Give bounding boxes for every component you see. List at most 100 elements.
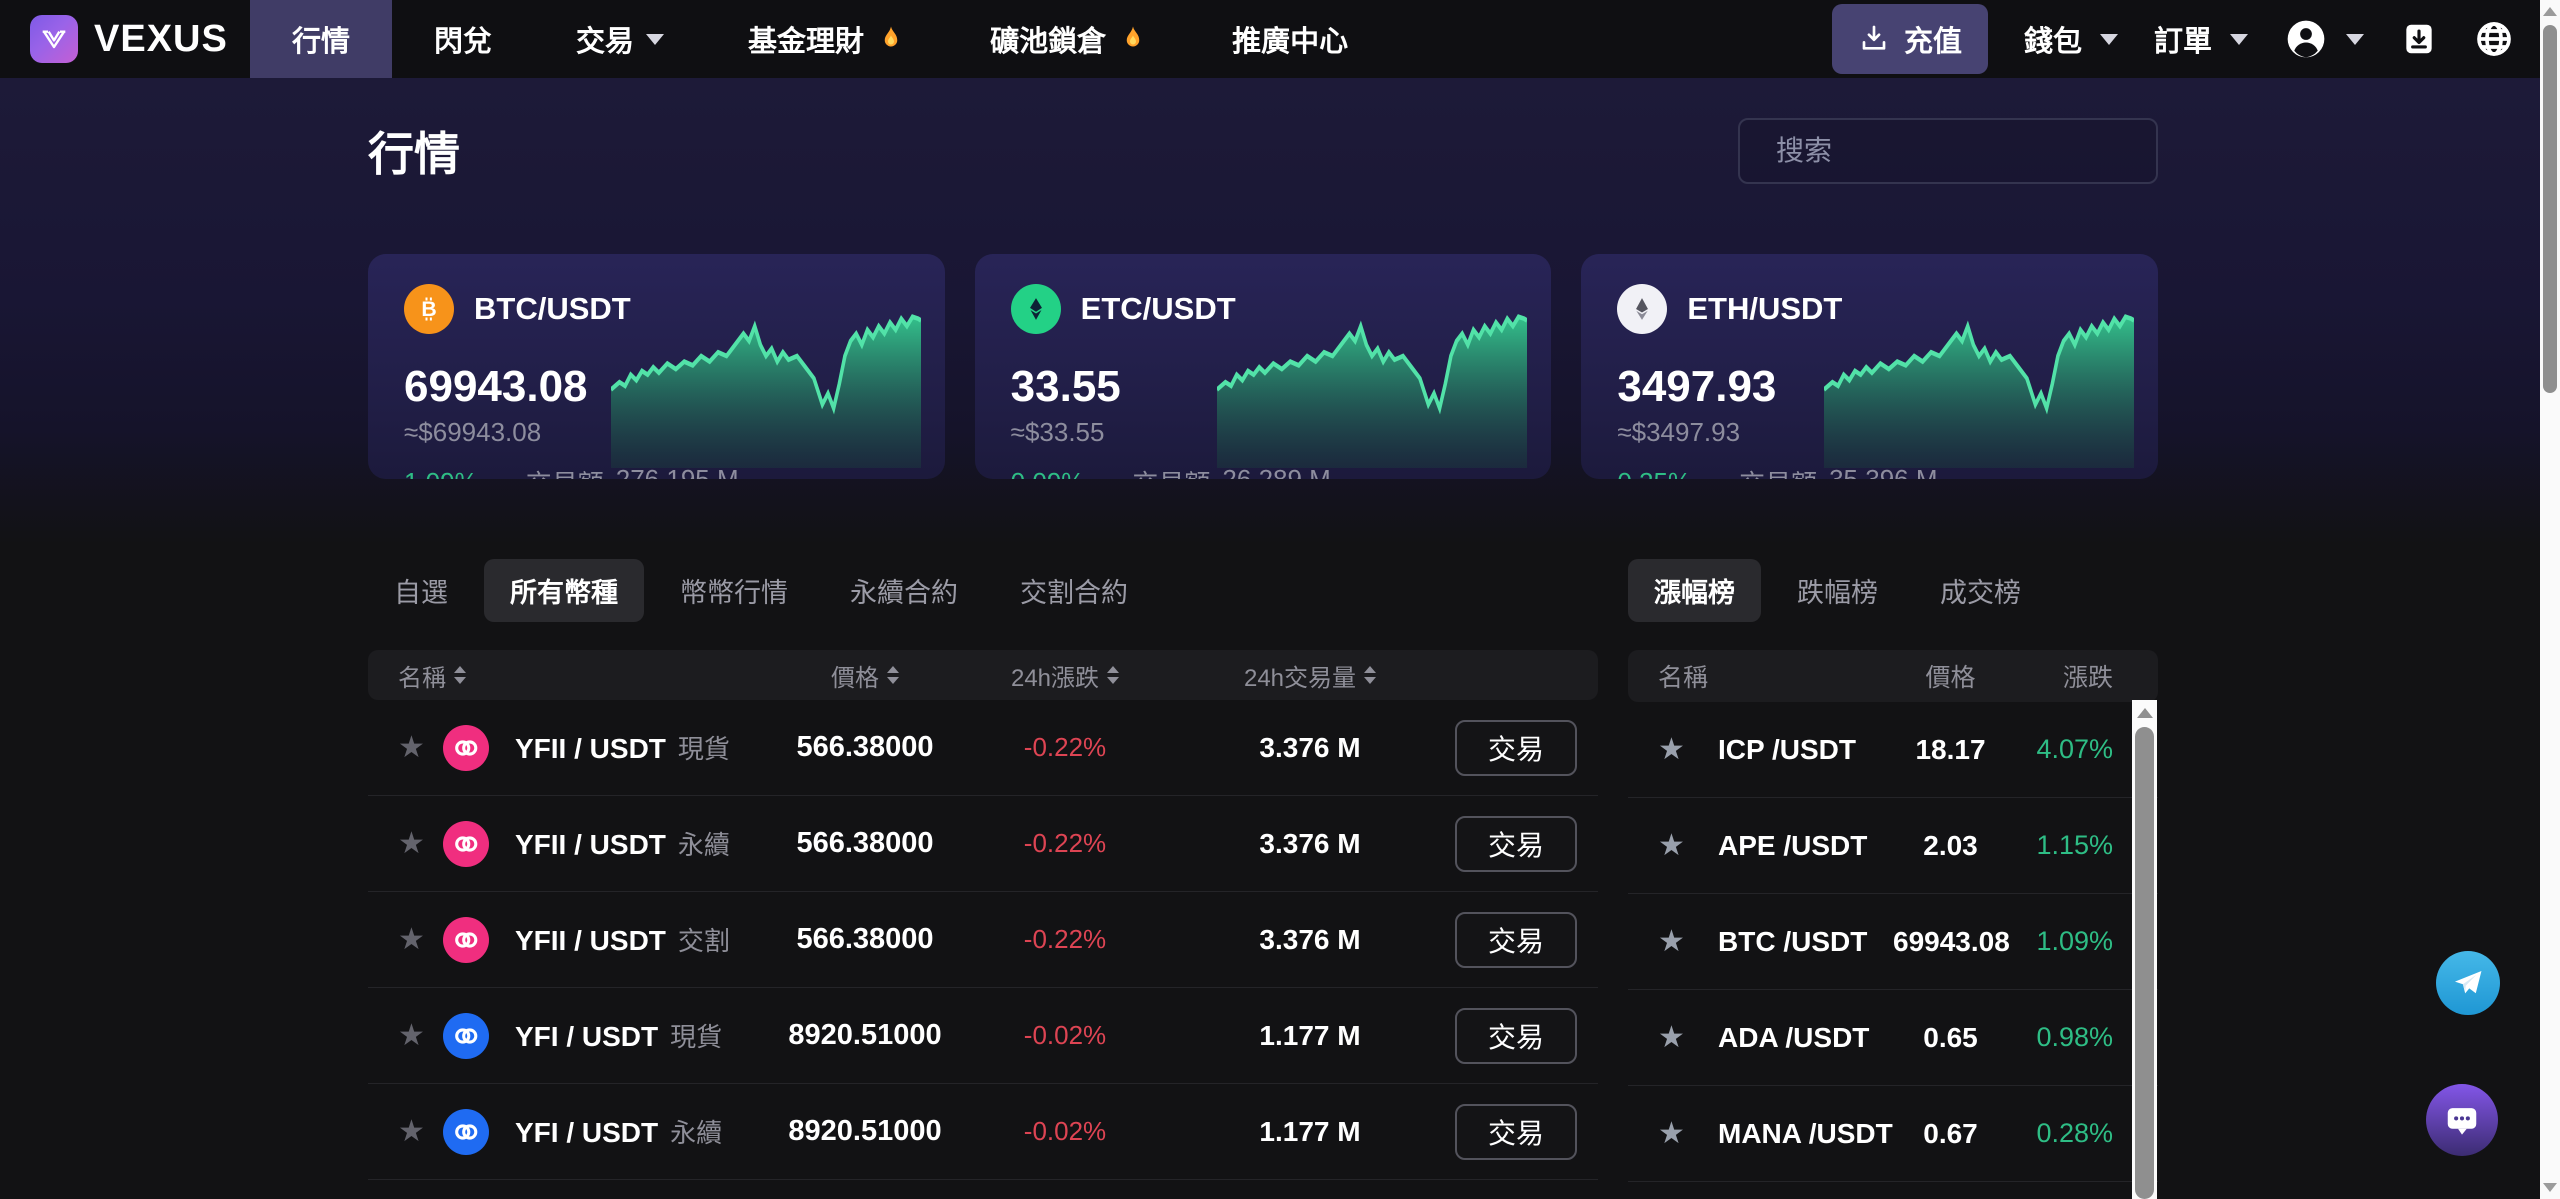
header-volume[interactable]: 24h交易量 bbox=[1165, 658, 1455, 693]
favorite-star-icon[interactable]: ★ bbox=[398, 925, 443, 955]
orders-menu[interactable]: 訂單 bbox=[2154, 18, 2248, 60]
app-viewport: VEXUS 行情 閃兌 交易 基金理財 礦池鎖倉 推廣中心 充值 錢包 訂單 bbox=[0, 0, 2560, 1199]
eth-icon bbox=[1617, 284, 1667, 334]
top-navbar: VEXUS 行情 閃兌 交易 基金理財 礦池鎖倉 推廣中心 充值 錢包 訂單 bbox=[0, 0, 2560, 78]
table-row[interactable]: ★ YFI / USDT永續 8920.51000 -0.02% 1.177 M… bbox=[368, 1084, 1598, 1180]
market-type-tag: 現貨 bbox=[670, 1022, 722, 1052]
price-cell: 0.67 bbox=[1893, 1118, 2008, 1150]
chevron-down-icon bbox=[2230, 34, 2248, 45]
favorite-star-icon[interactable]: ★ bbox=[398, 733, 443, 763]
scrollbar-thumb[interactable] bbox=[2135, 727, 2154, 1199]
trade-button[interactable]: 交易 bbox=[1455, 912, 1577, 968]
deposit-button[interactable]: 充值 bbox=[1832, 4, 1988, 74]
pair-name: BTC /USDT bbox=[1718, 926, 1893, 958]
vexus-logo-icon bbox=[30, 15, 78, 63]
rank-row[interactable]: ★ ICP /USDT 18.17 4.07% bbox=[1628, 702, 2158, 798]
favorite-star-icon[interactable]: ★ bbox=[1658, 735, 1718, 765]
sort-icon bbox=[1364, 666, 1376, 684]
favorite-star-icon[interactable]: ★ bbox=[1658, 1119, 1718, 1149]
telegram-button[interactable] bbox=[2436, 951, 2500, 1015]
scroll-down-arrow-icon[interactable] bbox=[2543, 1183, 2557, 1192]
market-card-eth[interactable]: ETH/USDT 3497.93 ≈$3497.93 0.25% 交易額35.3… bbox=[1581, 254, 2158, 479]
header-name[interactable]: 名稱 bbox=[398, 658, 765, 693]
rank-row[interactable]: ★ ADA /USDT 0.65 0.98% bbox=[1628, 990, 2158, 1086]
wallet-menu[interactable]: 錢包 bbox=[2024, 18, 2118, 60]
header-change[interactable]: 24h漲跌 bbox=[965, 658, 1165, 693]
nav-item-promotion[interactable]: 推廣中心 bbox=[1190, 0, 1390, 78]
trade-button[interactable]: 交易 bbox=[1455, 816, 1577, 872]
nav-item-fund[interactable]: 基金理財 bbox=[706, 0, 948, 78]
card-pair: ETH/USDT bbox=[1687, 291, 1842, 327]
tab-perpetual[interactable]: 永續合約 bbox=[824, 559, 984, 622]
tab-delivery[interactable]: 交割合約 bbox=[994, 559, 1154, 622]
language-button[interactable] bbox=[2474, 19, 2514, 59]
pair-name: YFII / USDT bbox=[515, 925, 666, 956]
price-cell: 0.65 bbox=[1893, 1022, 2008, 1054]
pair-name: ADA /USDT bbox=[1718, 1022, 1893, 1054]
nav-item-mining[interactable]: 礦池鎖倉 bbox=[948, 0, 1190, 78]
yfi-coin-icon bbox=[443, 1013, 489, 1059]
volume-cell: 1.177 M bbox=[1165, 1116, 1455, 1148]
price-cell: 69943.08 bbox=[1893, 926, 2008, 958]
nav-item-flash-swap[interactable]: 閃兌 bbox=[392, 0, 534, 78]
table-row[interactable]: ★ YFI / USDT現貨 8920.51000 -0.02% 1.177 M… bbox=[368, 988, 1598, 1084]
trade-button[interactable]: 交易 bbox=[1455, 720, 1577, 776]
change-cell: 0.98% bbox=[2008, 1022, 2113, 1053]
scrollbar-thumb[interactable] bbox=[2543, 25, 2557, 393]
header-price[interactable]: 價格 bbox=[765, 658, 965, 693]
market-table-panel: 名稱 價格 24h漲跌 24h交易量 ★ YFII / USDT現貨 566.3… bbox=[368, 650, 1598, 1180]
price-cell: 8920.51000 bbox=[765, 1019, 965, 1052]
trade-button[interactable]: 交易 bbox=[1455, 1104, 1577, 1160]
rank-panel-scrollbar[interactable] bbox=[2132, 700, 2157, 1199]
profile-menu[interactable] bbox=[2284, 17, 2364, 61]
price-cell: 566.38000 bbox=[765, 923, 965, 956]
favorite-star-icon[interactable]: ★ bbox=[398, 1117, 443, 1147]
tab-spot-markets[interactable]: 幣幣行情 bbox=[654, 559, 814, 622]
rank-row[interactable]: ★ BTC /USDT 69943.08 1.09% bbox=[1628, 894, 2158, 990]
tab-volume-rank[interactable]: 成交榜 bbox=[1914, 559, 2047, 622]
tab-favorites[interactable]: 自選 bbox=[368, 559, 474, 622]
nav-item-trade[interactable]: 交易 bbox=[534, 0, 706, 78]
favorite-star-icon[interactable]: ★ bbox=[398, 829, 443, 859]
price-cell: 566.38000 bbox=[765, 731, 965, 764]
table-row[interactable]: ★ YFII / USDT交割 566.38000 -0.22% 3.376 M… bbox=[368, 892, 1598, 988]
rank-row[interactable]: ★ APE /USDT 2.03 1.15% bbox=[1628, 798, 2158, 894]
yfii-coin-icon bbox=[443, 917, 489, 963]
favorite-star-icon[interactable]: ★ bbox=[1658, 927, 1718, 957]
tab-gainers[interactable]: 漲幅榜 bbox=[1628, 559, 1761, 622]
change-cell: 1.09% bbox=[2008, 926, 2113, 957]
favorite-star-icon[interactable]: ★ bbox=[1658, 1023, 1718, 1053]
pair-name: YFII / USDT bbox=[515, 733, 666, 764]
change-cell: 1.15% bbox=[2008, 830, 2113, 861]
tab-all-coins[interactable]: 所有幣種 bbox=[484, 559, 644, 622]
brand[interactable]: VEXUS bbox=[0, 0, 250, 78]
favorite-star-icon[interactable]: ★ bbox=[1658, 831, 1718, 861]
fire-icon bbox=[876, 24, 906, 54]
market-card-btc[interactable]: B BTC/USDT 69943.08 ≈$69943.08 1.09% 交易額… bbox=[368, 254, 945, 479]
nav-item-markets[interactable]: 行情 bbox=[250, 0, 392, 78]
market-card-etc[interactable]: ETC/USDT 33.55 ≈$33.55 0.09% 交易額26.289 M bbox=[975, 254, 1552, 479]
scroll-up-arrow-icon[interactable] bbox=[2137, 708, 2153, 718]
market-type-tag: 交割 bbox=[678, 926, 730, 956]
app-download-button[interactable] bbox=[2400, 20, 2438, 58]
search-box[interactable] bbox=[1738, 118, 2158, 184]
page-title: 行情 bbox=[368, 118, 460, 184]
page-scrollbar[interactable] bbox=[2540, 0, 2560, 1199]
search-input[interactable] bbox=[1776, 135, 2137, 167]
rank-table-panel: 名稱 價格 漲跌 ★ ICP /USDT 18.17 4.07% ★ APE /… bbox=[1628, 650, 2158, 1182]
scroll-up-arrow-icon[interactable] bbox=[2543, 7, 2557, 16]
page-content: 行情 B BTC/USDT 69943.08 ≈$69943.08 1.09% bbox=[0, 78, 2560, 1182]
trade-button[interactable]: 交易 bbox=[1455, 1008, 1577, 1064]
telegram-plane-icon bbox=[2451, 966, 2485, 1000]
table-row[interactable]: ★ YFII / USDT現貨 566.38000 -0.22% 3.376 M… bbox=[368, 700, 1598, 796]
rank-row[interactable]: ★ MANA /USDT 0.67 0.28% bbox=[1628, 1086, 2158, 1182]
tab-losers[interactable]: 跌幅榜 bbox=[1771, 559, 1904, 622]
favorite-star-icon[interactable]: ★ bbox=[398, 1021, 443, 1051]
live-chat-button[interactable] bbox=[2426, 1084, 2498, 1156]
change-cell: -0.22% bbox=[965, 732, 1165, 763]
market-table-header: 名稱 價格 24h漲跌 24h交易量 bbox=[368, 650, 1598, 700]
chevron-down-icon bbox=[646, 34, 664, 45]
deposit-icon bbox=[1858, 23, 1890, 55]
card-change: 1.09% bbox=[404, 467, 478, 479]
table-row[interactable]: ★ YFII / USDT永續 566.38000 -0.22% 3.376 M… bbox=[368, 796, 1598, 892]
